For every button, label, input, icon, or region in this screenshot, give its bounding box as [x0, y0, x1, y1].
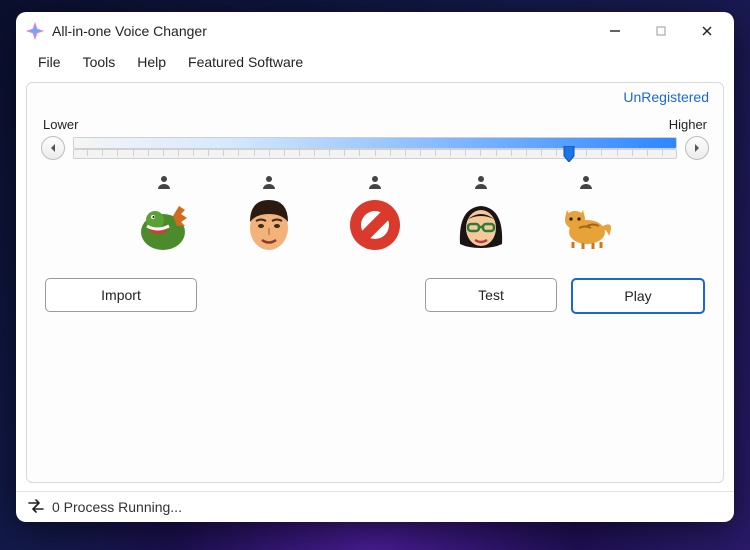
slider-thumb[interactable] — [563, 146, 573, 160]
transfer-icon — [28, 499, 44, 516]
person-icon — [156, 174, 172, 190]
main-panel: UnRegistered Lower Higher — [26, 82, 724, 483]
close-button[interactable] — [684, 12, 730, 50]
dino-icon — [135, 196, 193, 254]
woman-preset[interactable] — [452, 174, 510, 254]
block-preset[interactable] — [346, 174, 404, 254]
pitch-slider-block: Lower Higher — [41, 117, 709, 160]
menu-file[interactable]: File — [28, 50, 71, 74]
no-entry-icon — [346, 196, 404, 254]
import-button[interactable]: Import — [45, 278, 197, 312]
menu-help[interactable]: Help — [127, 50, 176, 74]
test-button[interactable]: Test — [425, 278, 557, 312]
man-preset[interactable] — [240, 174, 298, 254]
menubar: File Tools Help Featured Software — [16, 50, 734, 80]
maximize-button[interactable] — [638, 12, 684, 50]
slider-right-button[interactable] — [685, 136, 709, 160]
status-text: 0 Process Running... — [52, 499, 182, 515]
play-button[interactable]: Play — [571, 278, 705, 314]
statusbar: 0 Process Running... — [16, 491, 734, 522]
slider-lower-label: Lower — [43, 117, 78, 132]
woman-face-icon — [452, 196, 510, 254]
person-icon — [261, 174, 277, 190]
pitch-slider[interactable] — [73, 137, 677, 159]
unregistered-label[interactable]: UnRegistered — [623, 89, 709, 105]
app-window: All-in-one Voice Changer File Tools Help… — [16, 12, 734, 522]
menu-featured[interactable]: Featured Software — [178, 50, 313, 74]
window-controls — [592, 12, 730, 50]
slider-higher-label: Higher — [669, 117, 707, 132]
menu-tools[interactable]: Tools — [73, 50, 126, 74]
action-buttons: Import Test Play — [41, 278, 709, 314]
cat-preset[interactable] — [557, 174, 615, 254]
person-icon — [473, 174, 489, 190]
cat-icon — [557, 196, 615, 254]
person-icon — [367, 174, 383, 190]
preset-row — [41, 174, 709, 254]
slider-left-button[interactable] — [41, 136, 65, 160]
man-face-icon — [240, 196, 298, 254]
minimize-button[interactable] — [592, 12, 638, 50]
dino-preset[interactable] — [135, 174, 193, 254]
person-icon — [578, 174, 594, 190]
window-title: All-in-one Voice Changer — [52, 23, 207, 39]
titlebar: All-in-one Voice Changer — [16, 12, 734, 50]
app-icon — [26, 22, 44, 40]
